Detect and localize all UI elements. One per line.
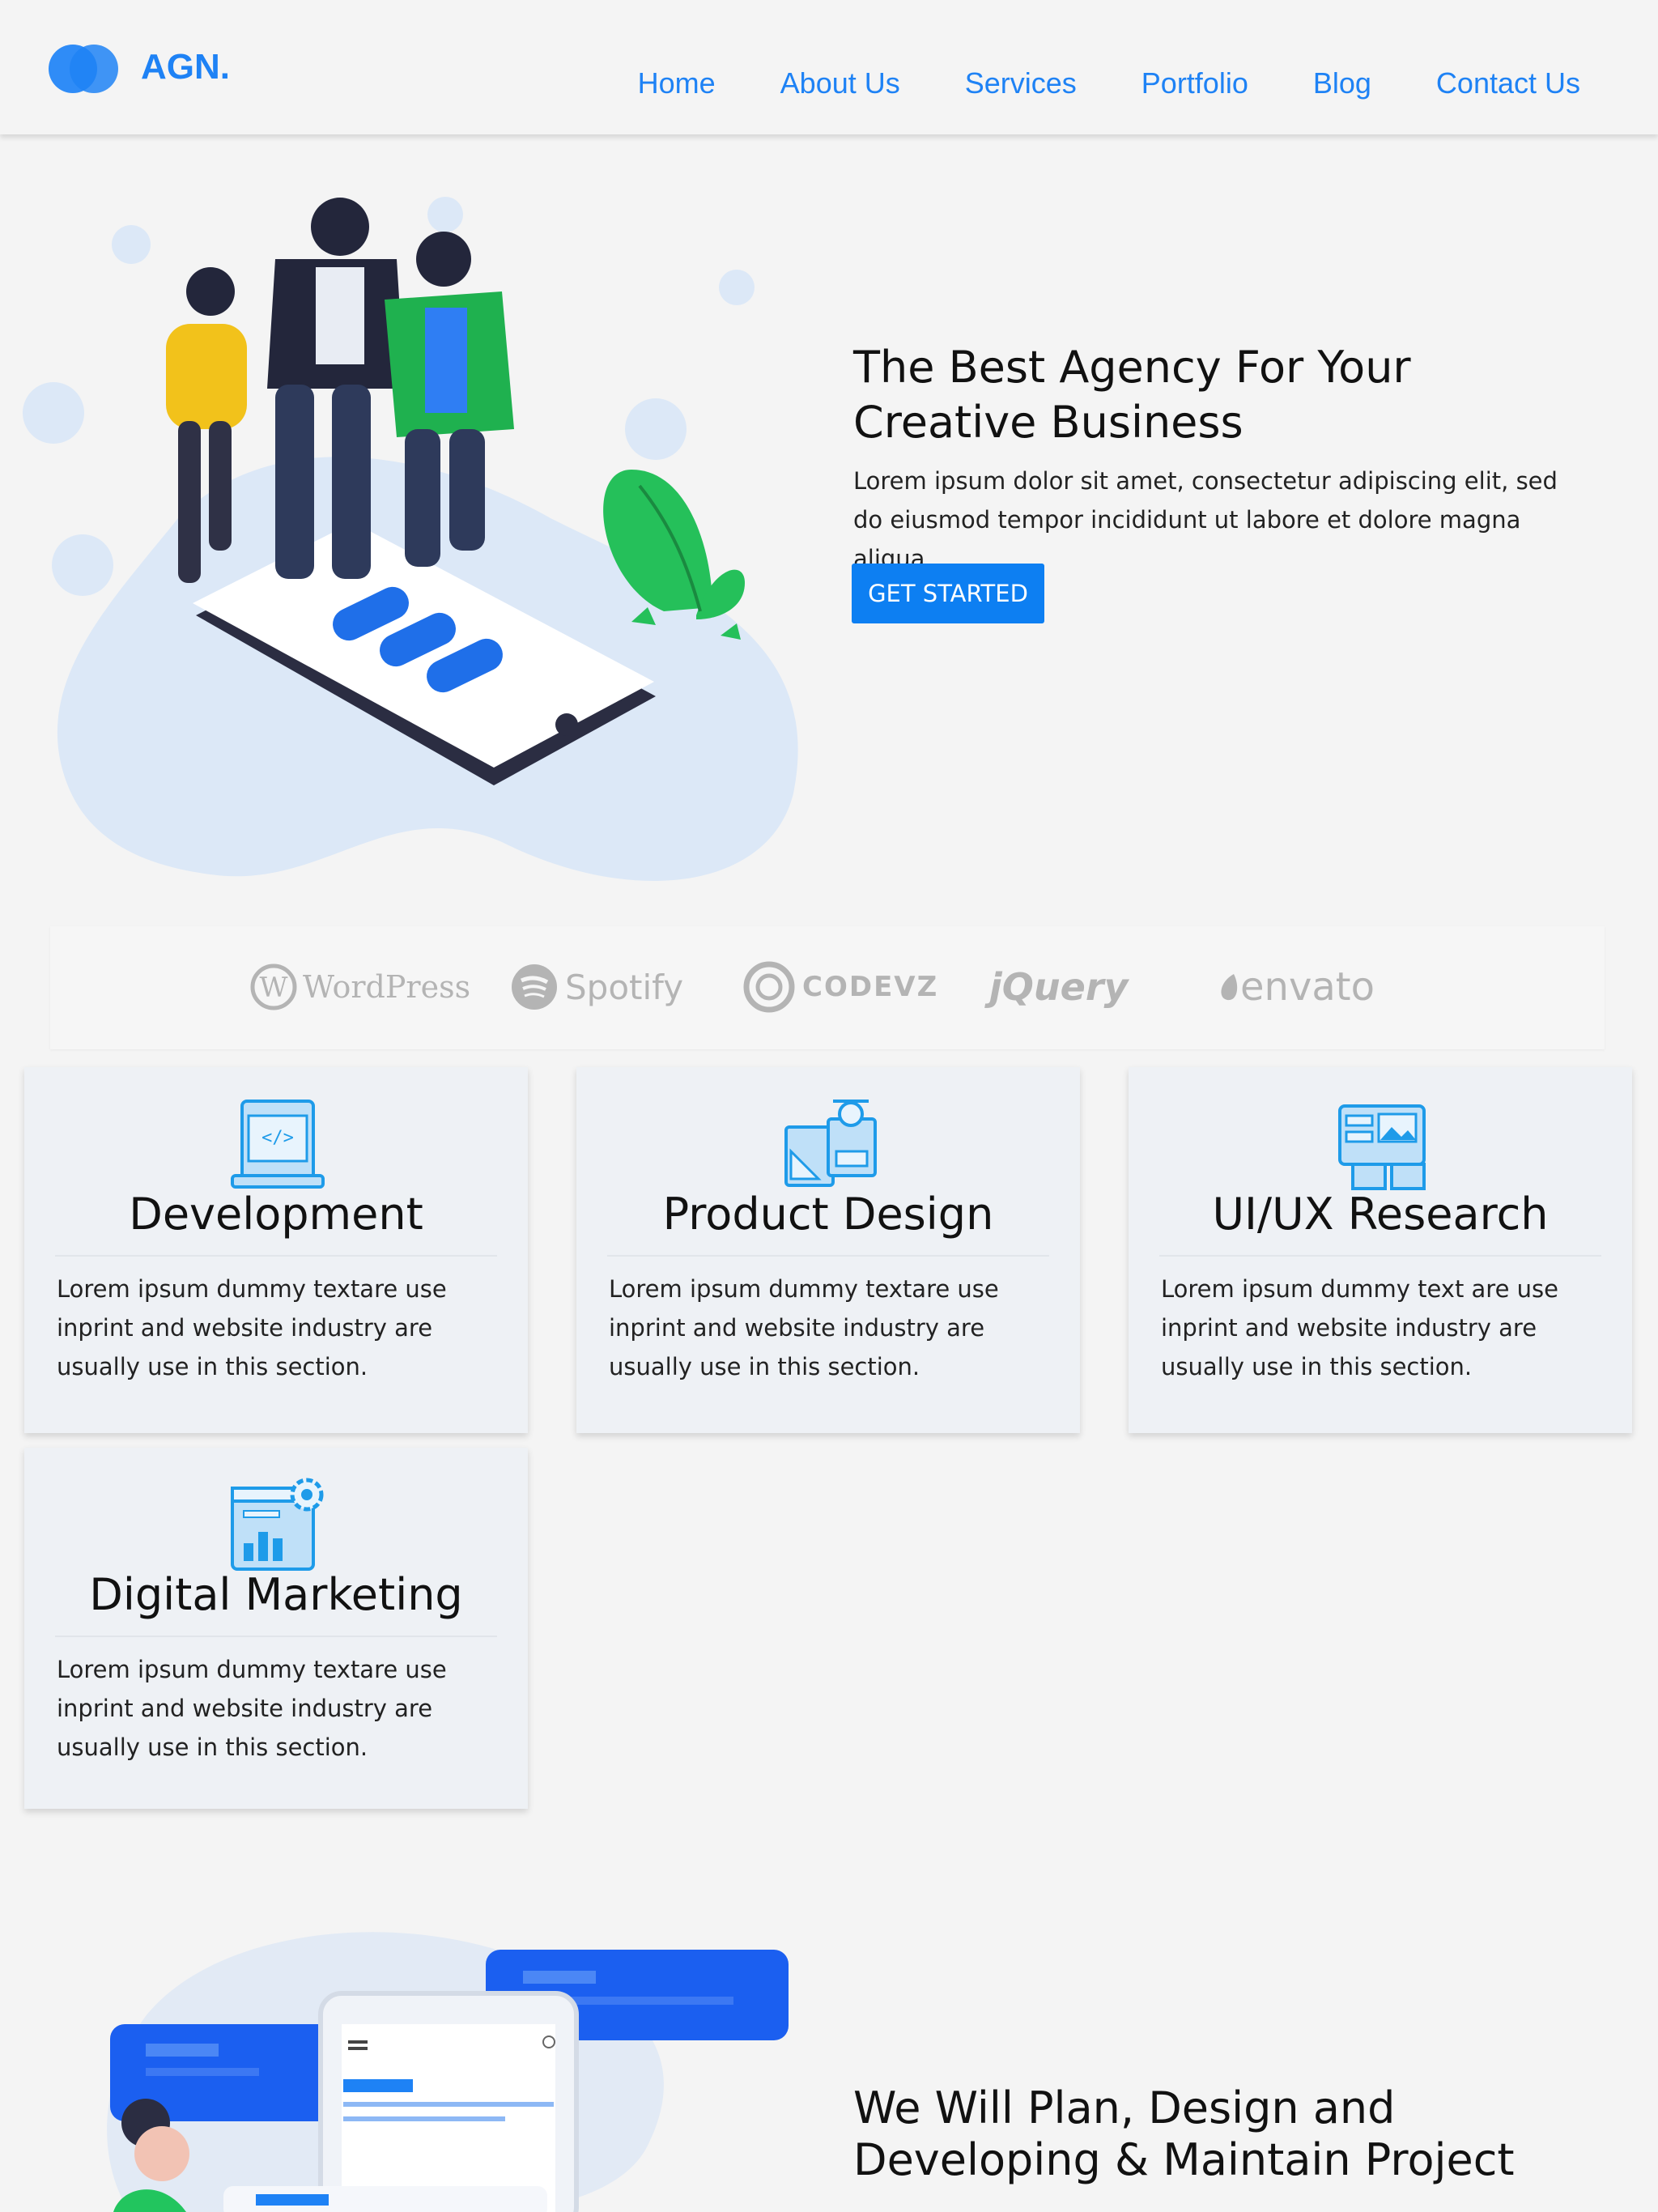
brand-codevz[interactable]: CODEVZ	[742, 959, 938, 1015]
service-description: Lorem ipsum dummy textare use inprint an…	[57, 1656, 447, 1761]
card-divider	[607, 1255, 1049, 1257]
brand-envato[interactable]: envato	[1216, 959, 1375, 1015]
card-divider	[55, 1255, 497, 1257]
service-title: Product Design	[662, 1189, 994, 1240]
brand-envato-label: envato	[1240, 964, 1375, 1010]
get-started-button[interactable]: GET STARTED	[852, 564, 1044, 623]
nav-blog[interactable]: Blog	[1313, 66, 1371, 100]
brand-spotify[interactable]: Spotify	[510, 959, 683, 1015]
card-divider	[1159, 1255, 1601, 1257]
service-title: Digital Marketing	[89, 1569, 463, 1620]
plan-section-title: We Will Plan, Design and Developing & Ma…	[853, 2082, 1515, 2185]
service-description: Lorem ipsum dummy textare use inprint an…	[57, 1275, 447, 1380]
service-title: UI/UX Research	[1212, 1189, 1549, 1240]
hero-title: The Best Agency For Your Creative Busine…	[853, 342, 1411, 448]
nav-portfolio[interactable]: Portfolio	[1141, 66, 1248, 100]
logo-text[interactable]: AGN.	[141, 47, 230, 87]
service-title: Development	[129, 1189, 423, 1240]
service-description: Lorem ipsum dummy text are use inprint a…	[1161, 1275, 1558, 1380]
service-card-digital-marketing[interactable]: Digital Marketing Lorem ipsum dummy text…	[24, 1448, 528, 1809]
logo-icon[interactable]	[49, 42, 120, 96]
spotify-icon	[512, 964, 557, 1010]
codevz-icon	[743, 961, 795, 1013]
brand-wordpress[interactable]: W WordPress	[249, 959, 470, 1015]
nav-home[interactable]: Home	[638, 66, 716, 100]
design-tools-icon	[784, 1100, 877, 1187]
code-window-icon: </>	[231, 1100, 325, 1189]
brand-codevz-label: CODEVZ	[802, 971, 939, 1003]
site-header: AGN. Home About Us Services Portfolio Bl…	[0, 0, 1658, 134]
brand-jquery-label: jQuery	[989, 965, 1129, 1009]
nav-about-us[interactable]: About Us	[780, 66, 900, 100]
brand-jquery[interactable]: jQuery	[989, 959, 1129, 1015]
main-nav: Home About Us Services Portfolio Blog Co…	[573, 66, 1580, 100]
wordpress-icon: W	[250, 963, 297, 1010]
hero-description: Lorem ipsum dolor sit amet, consectetur …	[853, 467, 1558, 572]
hero-illustration	[23, 197, 798, 881]
layout-research-icon	[1338, 1104, 1426, 1190]
service-card-ui-ux-research[interactable]: UI/UX Research Lorem ipsum dummy text ar…	[1129, 1067, 1632, 1433]
svg-text:W: W	[260, 972, 288, 1004]
people-illustration	[166, 198, 514, 583]
svg-text:</>: </>	[261, 1128, 294, 1148]
service-description: Lorem ipsum dummy textare use inprint an…	[609, 1275, 999, 1380]
analytics-gear-icon	[231, 1478, 324, 1571]
brand-spotify-label: Spotify	[565, 967, 684, 1007]
nav-contact-us[interactable]: Contact Us	[1436, 66, 1580, 100]
nav-services[interactable]: Services	[965, 66, 1077, 100]
plan-illustration	[107, 1932, 789, 2212]
envato-leaf-icon	[1221, 974, 1238, 1001]
card-divider	[55, 1636, 497, 1637]
brand-wordpress-label: WordPress	[303, 969, 471, 1005]
service-card-development[interactable]: </> Development Lorem ipsum dummy textar…	[24, 1067, 528, 1433]
brand-logos-strip: W WordPress Spotify CODEVZ jQuery envato	[50, 926, 1605, 1049]
service-card-product-design[interactable]: Product Design Lorem ipsum dummy textare…	[576, 1067, 1080, 1433]
